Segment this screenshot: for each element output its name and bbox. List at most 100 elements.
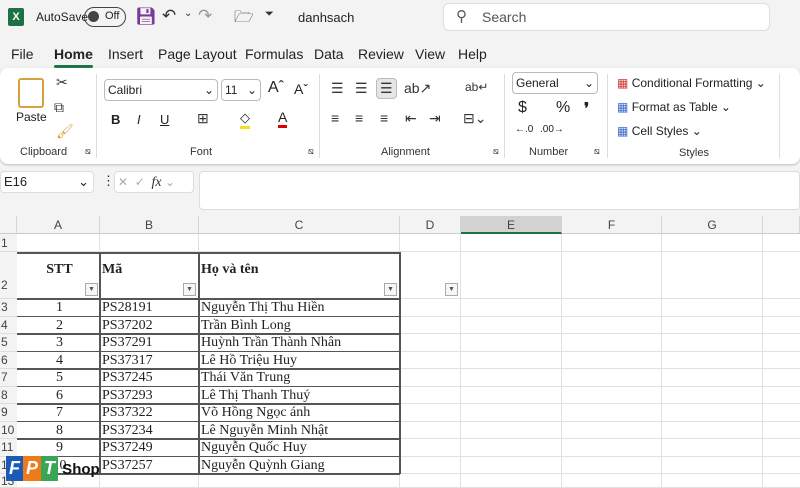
row-header-6[interactable]: 6 bbox=[0, 351, 17, 369]
align-center-icon[interactable]: ≡ bbox=[355, 110, 363, 126]
tab-data[interactable]: Data bbox=[314, 46, 344, 62]
column-header-A[interactable]: A bbox=[17, 216, 100, 234]
alignment-launcher-icon[interactable]: ⧅ bbox=[493, 146, 499, 157]
name-cell[interactable]: Lê Hồ Triệu Huy bbox=[199, 352, 400, 369]
header-cell-stt[interactable]: STT bbox=[17, 262, 100, 278]
name-cell[interactable]: Võ Hồng Ngọc ánh bbox=[199, 404, 400, 421]
cut-icon[interactable]: ✂ bbox=[56, 74, 68, 91]
column-header-B[interactable]: B bbox=[100, 216, 199, 234]
row-header-9[interactable]: 9 bbox=[0, 404, 17, 422]
customize-toolbar-icon[interactable]: ⏷ bbox=[265, 8, 274, 21]
tab-view[interactable]: View bbox=[415, 46, 445, 62]
open-folder-icon[interactable]: 🗁 bbox=[234, 6, 254, 33]
stt-cell[interactable]: 6 bbox=[17, 387, 100, 404]
stt-cell[interactable]: 5 bbox=[17, 369, 100, 386]
font-launcher-icon[interactable]: ⧅ bbox=[308, 146, 314, 157]
italic-button[interactable]: I bbox=[137, 112, 141, 127]
row-header-8[interactable]: 8 bbox=[0, 386, 17, 404]
conditional-formatting-button[interactable]: ▦ Conditional Formatting ⌄ bbox=[617, 76, 766, 90]
name-cell[interactable]: Huỳnh Trần Thành Nhân bbox=[199, 334, 400, 351]
tab-home[interactable]: Home bbox=[54, 46, 93, 68]
worksheet-grid[interactable]: ABCDEFG12345678910111213STTMãHọ và tên▼▼… bbox=[0, 216, 800, 488]
row-header-7[interactable]: 7 bbox=[0, 369, 17, 387]
column-header-E[interactable]: E bbox=[461, 216, 562, 234]
column-header-G[interactable]: G bbox=[662, 216, 763, 234]
ma-cell[interactable]: PS37293 bbox=[100, 387, 199, 404]
column-header-C[interactable]: C bbox=[199, 216, 400, 234]
filter-dropdown-icon[interactable]: ▼ bbox=[445, 283, 458, 296]
name-cell[interactable]: Trần Bình Long bbox=[199, 317, 400, 334]
column-header-F[interactable]: F bbox=[562, 216, 662, 234]
orientation-icon[interactable]: ab↗ bbox=[404, 80, 431, 97]
font-size-select[interactable]: 11 ⌄ bbox=[221, 79, 261, 101]
formula-input[interactable] bbox=[199, 171, 800, 210]
ma-cell[interactable]: PS28191 bbox=[100, 299, 199, 316]
align-right-icon[interactable]: ≡ bbox=[380, 110, 388, 126]
name-cell[interactable]: Nguyễn Thị Thu Hiền bbox=[199, 299, 400, 316]
undo-icon[interactable]: ↶ bbox=[162, 6, 176, 26]
stt-cell[interactable]: 2 bbox=[17, 317, 100, 334]
column-header-partial[interactable] bbox=[763, 216, 800, 234]
paste-icon[interactable] bbox=[18, 78, 44, 108]
name-cell[interactable]: Lê Thị Thanh Thuý bbox=[199, 387, 400, 404]
row-header-4[interactable]: 4 bbox=[0, 316, 17, 334]
currency-button[interactable]: $ bbox=[518, 99, 527, 117]
row-header-2[interactable]: 2 bbox=[0, 252, 17, 299]
header-cell-ma[interactable]: Mã bbox=[100, 262, 199, 278]
borders-icon[interactable]: ⊞ bbox=[197, 110, 209, 127]
align-top-icon[interactable]: ☰ bbox=[331, 80, 344, 97]
decrease-font-icon[interactable]: Aˇ bbox=[294, 81, 308, 97]
row-header-5[interactable]: 5 bbox=[0, 334, 17, 352]
format-painter-icon[interactable]: 🖌︎ bbox=[56, 123, 74, 140]
percent-button[interactable]: % bbox=[556, 99, 570, 117]
name-cell[interactable]: Thái Văn Trung bbox=[199, 369, 400, 386]
name-cell[interactable]: Lê Nguyễn Minh Nhật bbox=[199, 422, 400, 439]
header-cell-ho-va-ten[interactable]: Họ và tên bbox=[199, 262, 400, 278]
tab-insert[interactable]: Insert bbox=[108, 46, 143, 62]
copy-icon[interactable]: ⧉ bbox=[54, 99, 64, 116]
ma-cell[interactable]: PS37202 bbox=[100, 317, 199, 334]
column-header-D[interactable]: D bbox=[400, 216, 461, 234]
stt-cell[interactable]: 9 bbox=[17, 439, 100, 456]
redo-icon[interactable]: ↷ bbox=[198, 6, 212, 26]
insert-function-button[interactable]: fx bbox=[151, 175, 161, 190]
increase-font-icon[interactable]: Aˆ bbox=[268, 79, 284, 97]
name-box[interactable]: E16 ⌄ bbox=[0, 171, 94, 193]
select-all-corner[interactable] bbox=[0, 216, 17, 234]
ma-cell[interactable]: PS37317 bbox=[100, 352, 199, 369]
stt-cell[interactable]: 7 bbox=[17, 404, 100, 421]
increase-decimal-icon[interactable]: ←.0 bbox=[515, 124, 533, 135]
name-cell[interactable]: Nguyễn Quỳnh Giang bbox=[199, 457, 400, 474]
number-launcher-icon[interactable]: ⧅ bbox=[594, 146, 600, 157]
stt-cell[interactable]: 4 bbox=[17, 352, 100, 369]
ma-cell[interactable]: PS37245 bbox=[100, 369, 199, 386]
row-header-1[interactable]: 1 bbox=[0, 234, 17, 252]
tab-help[interactable]: Help bbox=[458, 46, 487, 62]
font-color-icon[interactable]: A bbox=[278, 109, 288, 128]
align-bottom-icon[interactable]: ☰ bbox=[376, 78, 397, 99]
wrap-text-icon[interactable]: ab↵ bbox=[465, 80, 488, 94]
tab-formulas[interactable]: Formulas bbox=[245, 46, 303, 62]
comma-button[interactable]: ❜ bbox=[584, 99, 589, 119]
font-name-select[interactable]: Calibri ⌄ bbox=[104, 79, 218, 101]
tab-page-layout[interactable]: Page Layout bbox=[158, 46, 237, 62]
merge-center-icon[interactable]: ⊟⌄ bbox=[463, 110, 486, 127]
increase-indent-icon[interactable]: ⇥ bbox=[429, 110, 441, 127]
format-as-table-button[interactable]: ▦ Format as Table ⌄ bbox=[617, 100, 731, 114]
ma-cell[interactable]: PS37322 bbox=[100, 404, 199, 421]
stt-cell[interactable]: 1 bbox=[17, 299, 100, 316]
filter-dropdown-icon[interactable]: ▼ bbox=[183, 283, 196, 296]
decrease-indent-icon[interactable]: ⇤ bbox=[405, 110, 417, 127]
paste-button[interactable]: Paste bbox=[16, 110, 47, 124]
ma-cell[interactable]: PS37249 bbox=[100, 439, 199, 456]
row-header-3[interactable]: 3 bbox=[0, 299, 17, 317]
stt-cell[interactable]: 3 bbox=[17, 334, 100, 351]
filter-dropdown-icon[interactable]: ▼ bbox=[384, 283, 397, 296]
bold-button[interactable]: B bbox=[111, 112, 120, 127]
decrease-decimal-icon[interactable]: .00→ bbox=[540, 124, 564, 135]
align-middle-icon[interactable]: ☰ bbox=[355, 80, 368, 97]
ma-cell[interactable]: PS37234 bbox=[100, 422, 199, 439]
autosave-toggle[interactable]: Off bbox=[84, 7, 126, 27]
cancel-icon[interactable]: ✕ bbox=[118, 175, 128, 189]
underline-button[interactable]: U bbox=[160, 112, 169, 127]
